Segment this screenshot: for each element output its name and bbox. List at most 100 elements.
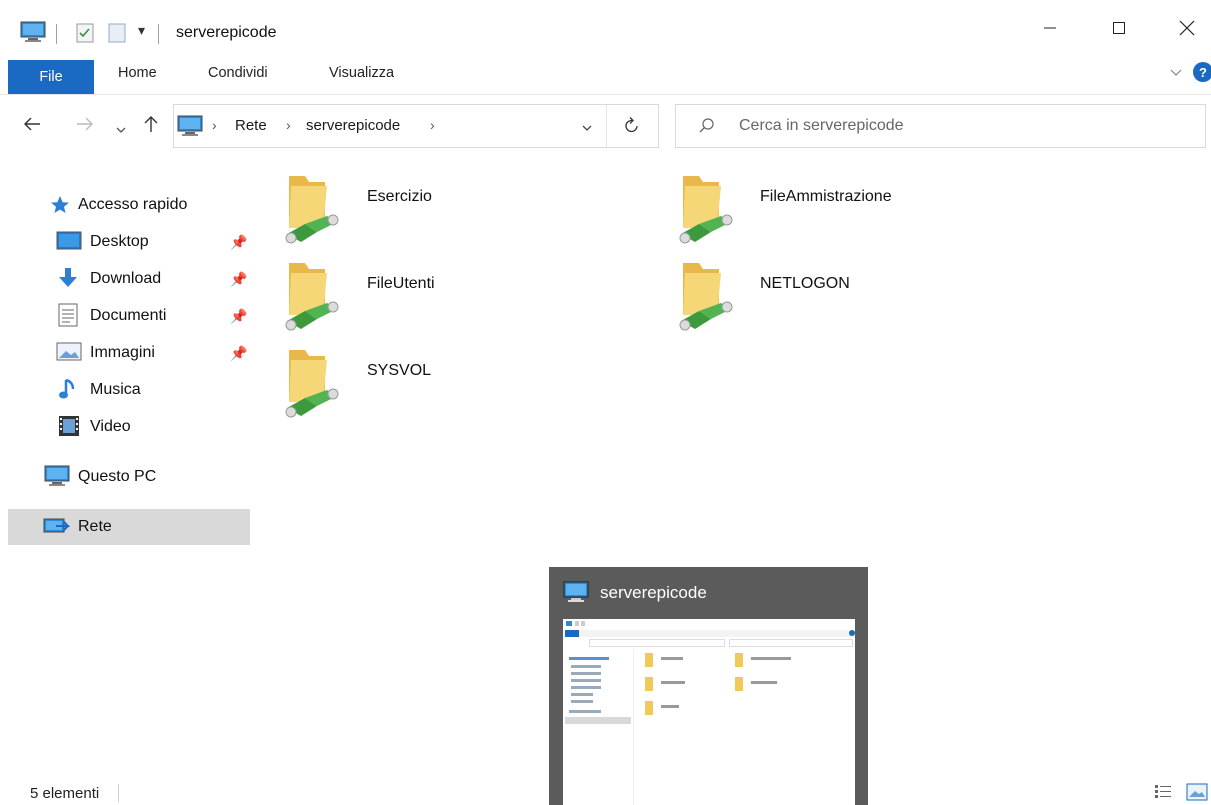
properties-icon[interactable] — [76, 23, 94, 46]
mini-sidebar-line — [571, 700, 593, 703]
mini-properties-icon — [575, 621, 579, 626]
sidebar-item-label: Accesso rapido — [78, 196, 188, 213]
breadcrumb-chevron-icon[interactable]: › — [430, 117, 435, 133]
mini-sidebar-line — [571, 679, 601, 682]
sidebar-item-label: Questo PC — [78, 468, 157, 485]
mini-sidebar — [563, 649, 634, 805]
new-folder-icon[interactable] — [108, 23, 126, 46]
pin-icon[interactable]: 📌 — [230, 308, 247, 325]
window-title: serverepicode — [176, 24, 277, 41]
sidebar-item-label: Video — [90, 418, 131, 435]
close-icon — [1179, 20, 1195, 39]
tab-view[interactable]: Visualizza — [329, 65, 394, 81]
sidebar-item-label: Musica — [90, 381, 141, 398]
sidebar-item-this-pc[interactable]: Questo PC — [8, 459, 250, 495]
sidebar-item-video[interactable]: Video — [8, 409, 250, 445]
tab-file[interactable]: File — [8, 60, 94, 94]
sidebar-item-label: Rete — [78, 518, 112, 535]
mini-help-icon — [849, 630, 855, 636]
mini-tab-file — [565, 630, 579, 637]
details-view-icon[interactable] — [1153, 783, 1173, 804]
pin-icon[interactable]: 📌 — [230, 271, 247, 288]
search-icon — [698, 117, 716, 138]
folder-name: NETLOGON — [760, 275, 850, 292]
mini-sidebar-line — [571, 693, 593, 696]
sidebar-item-label: Download — [90, 270, 162, 287]
folder-name: FileUtenti — [367, 275, 435, 292]
breadcrumb-chevron-icon: › — [286, 117, 291, 133]
shared-folder-item[interactable]: SYSVOL — [283, 346, 431, 426]
minimize-icon — [1043, 21, 1057, 38]
shared-folder-icon — [677, 172, 737, 251]
minimize-button[interactable] — [1027, 14, 1073, 44]
mini-address-bar — [589, 639, 725, 647]
shared-folder-item[interactable]: FileAmmistrazione — [677, 172, 937, 252]
network-computer-icon — [177, 115, 203, 140]
mini-new-folder-icon — [581, 621, 585, 626]
computer-icon — [20, 21, 46, 46]
pin-icon[interactable]: 📌 — [230, 234, 247, 251]
forward-button[interactable] — [76, 116, 94, 137]
up-button[interactable] — [143, 115, 159, 138]
star-icon — [48, 193, 72, 217]
address-bar[interactable]: › Rete › serverepicode › — [173, 104, 659, 148]
mini-folder-label — [661, 657, 683, 660]
shared-folder-item[interactable]: FileUtenti — [283, 259, 435, 339]
address-history-dropdown[interactable] — [581, 121, 593, 137]
shared-folder-item[interactable]: NETLOGON — [677, 259, 937, 339]
mini-title-bar — [563, 619, 855, 629]
toolbar-separator — [56, 24, 57, 44]
shared-folder-icon — [283, 346, 343, 425]
breadcrumb-chevron-icon: › — [212, 117, 217, 133]
sidebar-item-pictures[interactable]: Immagini 📌 — [8, 335, 250, 371]
help-icon[interactable]: ? — [1193, 62, 1211, 82]
customize-toolbar-icon[interactable]: ▾ — [138, 22, 145, 39]
folder-name: SYSVOL — [367, 362, 432, 379]
sidebar-item-documents[interactable]: Documenti 📌 — [8, 298, 250, 334]
mini-folder-label — [661, 681, 685, 684]
mini-folder-icon — [645, 677, 653, 691]
shared-folder-item[interactable]: Esercizio — [283, 172, 432, 252]
mini-sidebar-line — [571, 686, 601, 689]
mini-sidebar-line — [569, 657, 609, 660]
pin-icon[interactable]: 📌 — [230, 345, 247, 362]
close-button[interactable] — [1164, 14, 1210, 44]
maximize-button[interactable] — [1096, 14, 1142, 44]
mini-computer-icon — [566, 621, 572, 626]
shared-folder-icon — [283, 259, 343, 338]
mini-folder-label — [751, 657, 791, 660]
breadcrumb-server[interactable]: serverepicode — [306, 117, 400, 134]
taskbar-thumbnail-preview[interactable]: serverepicode — [549, 567, 868, 805]
pictures-icon — [56, 341, 82, 365]
refresh-icon[interactable] — [624, 116, 640, 137]
sidebar-item-download[interactable]: Download 📌 — [8, 261, 250, 297]
mini-folder-label — [661, 705, 679, 708]
address-separator — [606, 105, 607, 147]
expand-ribbon-icon[interactable] — [1169, 66, 1183, 81]
search-box[interactable]: Cerca in serverepicode — [675, 104, 1206, 148]
sidebar-item-quick-access[interactable]: Accesso rapido — [8, 187, 250, 223]
sidebar-item-network[interactable]: Rete — [8, 509, 250, 545]
sidebar-item-desktop[interactable]: Desktop 📌 — [8, 224, 250, 260]
mini-search-box — [729, 639, 853, 647]
download-arrow-icon — [56, 266, 80, 290]
film-icon — [58, 414, 82, 438]
folder-name: Esercizio — [367, 188, 432, 205]
title-bar: ▾ serverepicode — [0, 0, 1211, 56]
mini-folder-icon — [645, 701, 653, 715]
large-icons-view-icon[interactable] — [1186, 783, 1208, 804]
computer-icon — [563, 581, 589, 606]
computer-icon — [44, 465, 70, 489]
sidebar-item-label: Documenti — [90, 307, 167, 324]
desktop-icon — [56, 230, 82, 254]
breadcrumb-network[interactable]: Rete — [235, 117, 267, 134]
back-button[interactable] — [23, 116, 41, 137]
mini-sidebar-selected — [565, 717, 631, 724]
tab-home[interactable]: Home — [118, 65, 157, 81]
tab-share[interactable]: Condividi — [208, 65, 268, 81]
folder-name: FileAmmistrazione — [760, 188, 892, 205]
search-input[interactable]: Cerca in serverepicode — [739, 117, 904, 135]
mini-sidebar-line — [571, 672, 601, 675]
sidebar-item-music[interactable]: Musica — [8, 372, 250, 408]
recent-locations-button[interactable] — [115, 120, 127, 141]
